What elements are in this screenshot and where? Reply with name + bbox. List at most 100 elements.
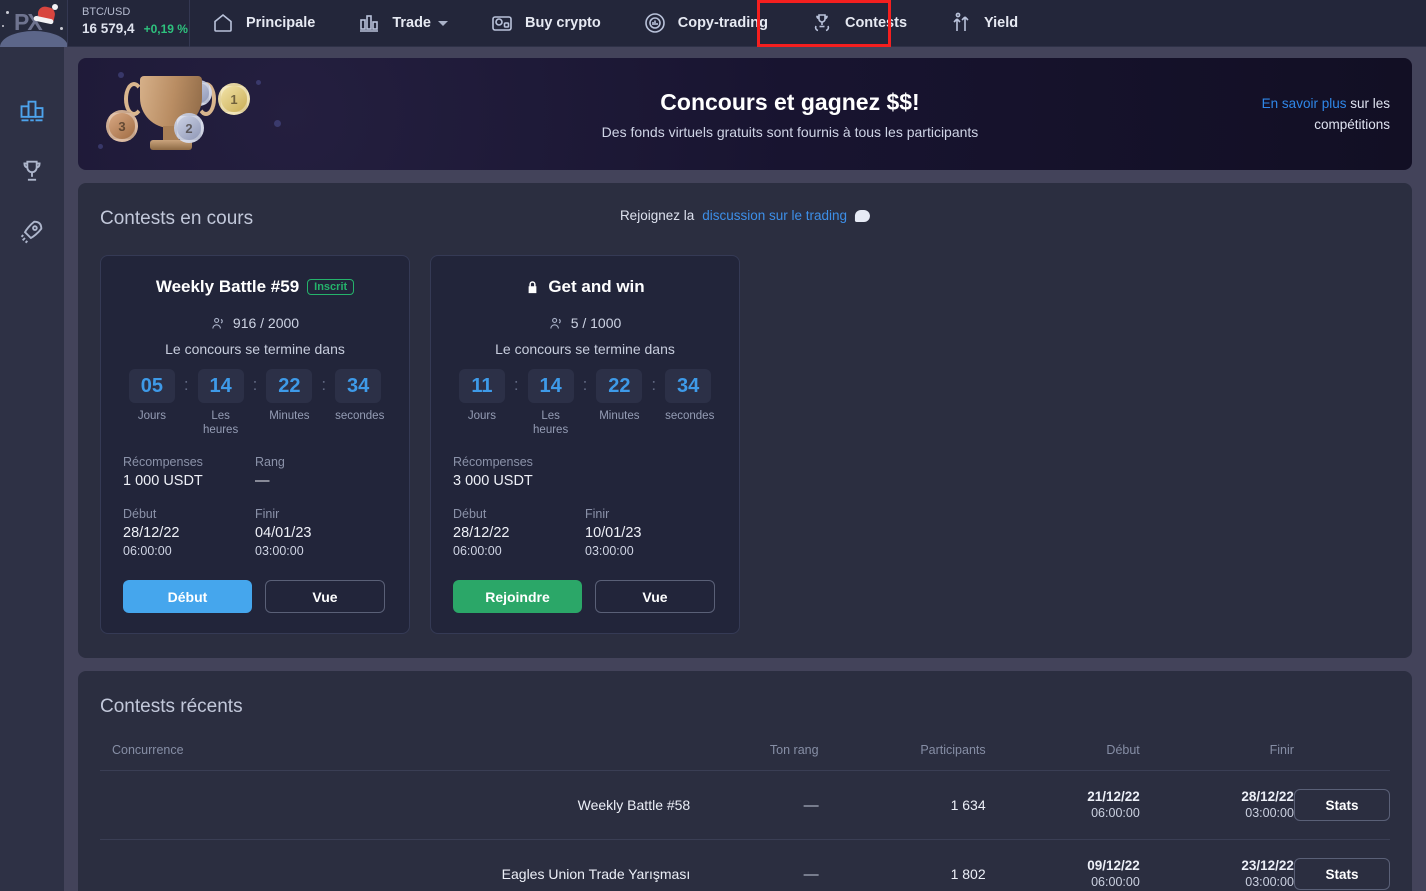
price-ticker[interactable]: BTC/USD 16 579,4 +0,19 %: [68, 0, 190, 47]
rewards-value: 1 000 USDT: [123, 473, 203, 489]
row-end-date: 23/12/22: [1241, 858, 1294, 873]
countdown-seconds-label: secondes: [335, 410, 385, 422]
end-date: 10/01/23: [585, 525, 642, 541]
sidebar-item-trophy[interactable]: [18, 157, 46, 185]
row-participants: 1 802: [950, 866, 986, 882]
nav-item-copy-trading[interactable]: Copy-trading: [622, 0, 789, 47]
end-time: 03:00:00: [585, 544, 634, 558]
logo-snowflake-icon: [2, 24, 4, 27]
column-header-actions: [1293, 743, 1390, 771]
chat-prefix: Rejoignez la: [619, 208, 695, 223]
row-competition-name: Weekly Battle #58: [100, 770, 691, 840]
start-date: 28/12/22: [123, 525, 180, 541]
join-contest-button[interactable]: Rejoindre: [453, 580, 582, 613]
nav-item-principale[interactable]: Principale: [190, 0, 336, 47]
rewards-field: Récompenses 3 000 USDT: [453, 455, 585, 489]
row-start-date: 21/12/22: [1087, 789, 1140, 804]
buy-crypto-icon: [492, 16, 512, 31]
end-label: Finir: [585, 507, 610, 521]
start-label: Début: [123, 507, 157, 521]
start-time: 06:00:00: [123, 544, 172, 558]
home-icon: [214, 13, 232, 32]
chat-bubble-icon[interactable]: [855, 209, 871, 222]
countdown-separator: :: [582, 375, 588, 394]
ticker-price: 16 579,4: [82, 20, 135, 36]
stats-button[interactable]: Stats: [1294, 858, 1390, 890]
ticker-change: +0,19 %: [143, 21, 188, 36]
countdown-days-label: Jours: [137, 410, 166, 422]
rank-field: Rang —: [255, 455, 387, 489]
sidebar-item-podium[interactable]: [18, 97, 46, 125]
nav-item-yield[interactable]: Yield: [928, 0, 1039, 47]
countdown-days-value: 11: [458, 369, 505, 403]
rank-label: Rang: [255, 455, 285, 469]
start-contest-button[interactable]: Début: [123, 580, 252, 613]
trading-discussion-link[interactable]: discussion sur le trading: [702, 208, 847, 223]
column-header-participants: Participants: [818, 743, 986, 771]
row-start: 09/12/22 06:00:00: [986, 840, 1140, 891]
copy-trading-icon: [644, 13, 665, 33]
end-label: Finir: [255, 507, 280, 521]
nav-label: Yield: [984, 15, 1019, 31]
contest-title: Get and win: [548, 277, 645, 296]
banner-learn-more: En savoir plus sur les compétitions: [1230, 93, 1390, 135]
learn-more-link[interactable]: En savoir plus: [1262, 96, 1347, 111]
column-header-start: Début: [985, 743, 1140, 771]
rewards-value: 3 000 USDT: [453, 473, 533, 489]
recent-contests-title: Contests récents: [100, 696, 243, 717]
contest-card[interactable]: Get and win 5 / 1000 Le concours se term…: [430, 255, 740, 634]
row-participants: 1 634: [818, 770, 986, 840]
row-start-time: 06:00:00: [1091, 806, 1140, 820]
ongoing-contests-panel: Contests en cours Rejoignez la discussio…: [78, 183, 1412, 658]
column-header-end: Finir: [1139, 743, 1294, 771]
sidebar-item-rocket[interactable]: [18, 217, 46, 245]
chevron-down-icon[interactable]: [438, 20, 448, 26]
app-logo[interactable]: PX: [0, 0, 68, 47]
table-row[interactable]: Weekly Battle #58 — 1 634 21/12/22 06:00…: [100, 770, 1390, 840]
nav-item-buy-crypto[interactable]: Buy crypto: [469, 0, 622, 47]
rank-field-empty: [585, 455, 717, 489]
trophy-wreath-icon: [814, 14, 830, 32]
banner-subtitle: Des fonds virtuels gratuits sont fournis…: [601, 123, 979, 140]
countdown-separator: :: [183, 375, 189, 394]
rewards-label: Récompenses: [123, 455, 203, 469]
nav-label: Copy-trading: [677, 15, 768, 31]
end-time: 03:00:00: [255, 544, 304, 558]
column-header-competition: Concurrence: [100, 743, 691, 771]
row-competition-name: Eagles Union Trade Yarışması: [501, 866, 691, 882]
nav-label: Buy crypto: [525, 15, 601, 31]
nav-item-trade[interactable]: Trade: [336, 0, 469, 47]
end-field: Finir 10/01/23 03:00:00: [585, 507, 717, 558]
ticker-pair-label: BTC/USD: [82, 5, 131, 18]
countdown-minutes-value: 22: [596, 369, 643, 403]
rank-value: —: [255, 473, 270, 489]
stats-button[interactable]: Stats: [1294, 789, 1390, 821]
view-contest-button[interactable]: Vue: [595, 580, 715, 613]
view-contest-button[interactable]: Vue: [265, 580, 385, 613]
nav-label: Trade: [392, 15, 431, 31]
start-date: 28/12/22: [453, 525, 510, 541]
countdown-hours-value: 14: [527, 369, 574, 403]
row-end-time: 03:00:00: [1245, 806, 1294, 820]
nav-label: Contests: [844, 15, 908, 31]
main-content: 3 2 2 1 Concours et gagnez $$! Des fonds…: [64, 47, 1426, 891]
start-field: Début 28/12/22 06:00:00: [453, 507, 585, 558]
row-end: 28/12/22 03:00:00: [1139, 770, 1294, 840]
contest-card[interactable]: Weekly Battle #59 Inscrit 916 / 2000 Le …: [100, 255, 410, 634]
table-row[interactable]: Eagles Union Trade Yarışması — 1 802 09/…: [100, 840, 1390, 891]
medal-1-icon: 1: [218, 83, 250, 145]
medal-3-icon: 3: [106, 110, 138, 170]
row-end-date: 28/12/22: [1241, 789, 1294, 804]
participants-count: 5 / 1000: [570, 315, 622, 331]
left-sidebar: [0, 47, 64, 891]
countdown-minutes-label: Minutes: [599, 410, 640, 422]
status-badge: Inscrit: [307, 279, 355, 295]
countdown-timer: 11 Jours : 14 Les heures : 22 Minutes :: [453, 369, 717, 437]
banner-title: Concours et gagnez $$!: [660, 88, 920, 115]
row-actions: Stats: [1293, 770, 1390, 840]
rewards-field: Récompenses 1 000 USDT: [123, 455, 255, 489]
countdown-days-value: 05: [128, 369, 175, 403]
participants-icon: [212, 317, 223, 329]
nav-item-contests[interactable]: Contests: [789, 0, 928, 47]
end-date: 04/01/23: [255, 525, 312, 541]
